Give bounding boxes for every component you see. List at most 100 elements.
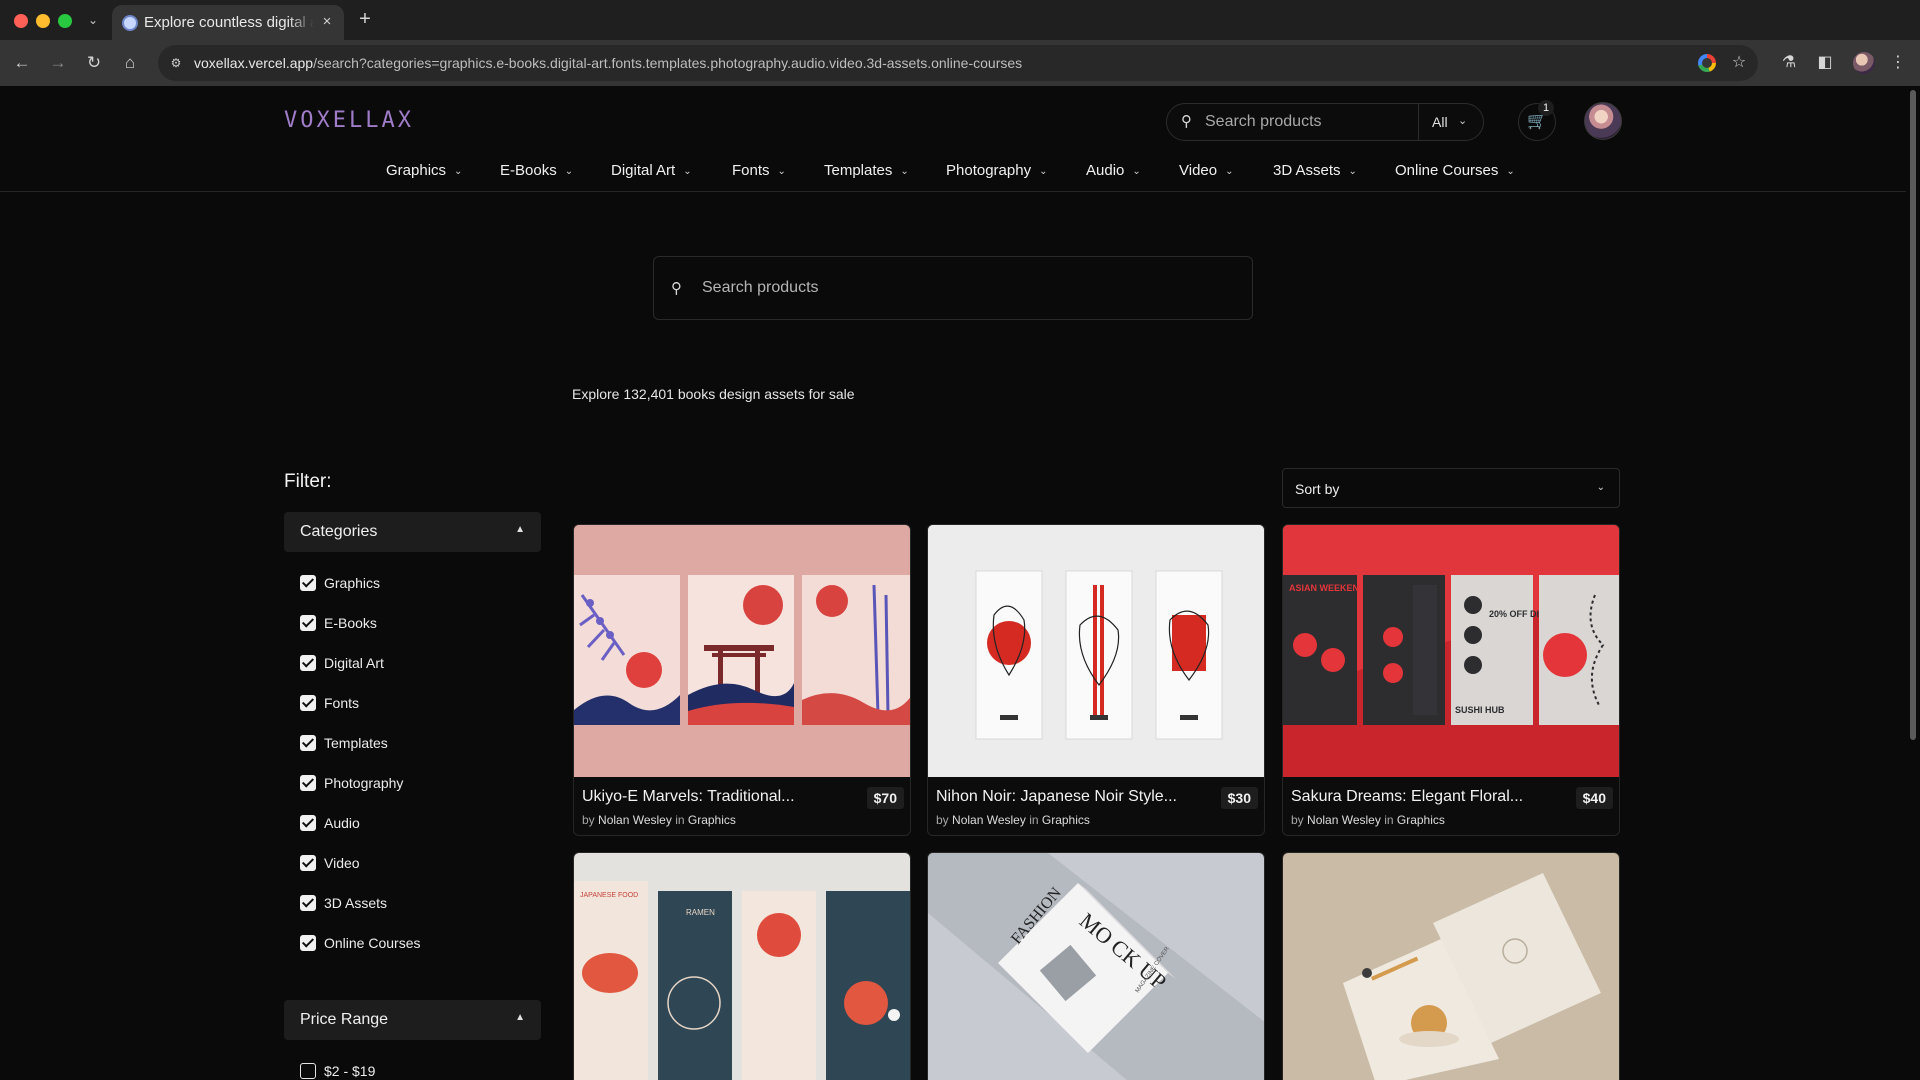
header-search: ⚲ All ⌄	[1166, 103, 1484, 141]
product-byline: by Nolan Wesley in Graphics	[936, 813, 1090, 827]
new-tab-plus-icon[interactable]: +	[354, 8, 376, 30]
site-logo[interactable]: VOXELLAX	[284, 108, 414, 133]
main-search-input[interactable]	[702, 275, 1222, 301]
labs-flask-icon[interactable]: ⚗	[1778, 52, 1800, 74]
search-icon: ⚲	[671, 280, 682, 297]
reload-icon[interactable]: ↻	[83, 52, 105, 74]
product-name[interactable]: Nihon Noir: Japanese Noir Style...	[936, 788, 1177, 806]
nihon-noir-posters-image	[928, 525, 1264, 777]
bookmark-star-icon[interactable]: ☆	[1728, 52, 1750, 74]
close-window-button[interactable]	[14, 14, 28, 28]
address-bar[interactable]: ⚙ voxellax.vercel.app/search?categories=…	[158, 45, 1758, 81]
category-link[interactable]: Graphics	[688, 813, 736, 827]
sort-select[interactable]: Sort by ⌄	[1282, 468, 1620, 508]
author-link[interactable]: Nolan Wesley	[952, 813, 1026, 827]
search-divider	[1418, 104, 1419, 140]
nav-item-audio[interactable]: Audio ⌄	[1086, 162, 1141, 179]
product-card[interactable]: Nihon Noir: Japanese Noir Style... $30 b…	[927, 524, 1265, 836]
chevron-down-icon: ⌄	[1348, 166, 1357, 177]
side-panel-icon[interactable]: ◧	[1814, 52, 1836, 74]
product-card[interactable]: FASHION MO CK UP MAGAZINE COVER	[927, 852, 1265, 1080]
poster-text-japanese-food: JAPANESE FOOD	[580, 892, 638, 899]
product-price-badge: $70	[866, 787, 904, 809]
book-cover-mockup-image	[1283, 853, 1619, 1080]
nav-item-e-books[interactable]: E-Books ⌄	[500, 162, 573, 179]
poster-text-asian-weekend: ASIAN WEEKEND	[1289, 583, 1366, 593]
nav-item-photography[interactable]: Photography ⌄	[946, 162, 1047, 179]
category-link[interactable]: Graphics	[1042, 813, 1090, 827]
browser-tab[interactable]: Explore countless digital assets ×	[112, 5, 344, 40]
product-thumbnail[interactable]: JAPANESE FOOD RAMEN	[574, 853, 910, 1080]
tab-list-chevron-icon[interactable]: ⌄	[82, 9, 104, 31]
header-search-input[interactable]	[1205, 110, 1375, 134]
price-range-accordion-header[interactable]: Price Range ▲	[284, 1000, 541, 1040]
checkbox[interactable]	[300, 815, 316, 831]
user-avatar[interactable]	[1584, 102, 1622, 140]
chevron-down-icon: ⌄	[1039, 166, 1048, 177]
category-nav: Graphics ⌄ E-Books ⌄ Digital Art ⌄ Fonts ⌄ T…	[0, 158, 1906, 192]
checkbox[interactable]	[300, 615, 316, 631]
categories-accordion-header[interactable]: Categories ▲	[284, 512, 541, 552]
search-scope-select[interactable]: All	[1432, 114, 1448, 130]
author-link[interactable]: Nolan Wesley	[598, 813, 672, 827]
product-thumbnail[interactable]	[1283, 853, 1619, 1080]
checkbox[interactable]	[300, 935, 316, 951]
sakura-dreams-posters-image: ASIAN WEEKEND SUSHI HUB 20% OFF DISCOUNT	[1283, 525, 1619, 777]
nav-item-fonts[interactable]: Fonts ⌄	[732, 162, 786, 179]
product-card[interactable]: JAPANESE FOOD RAMEN	[573, 852, 911, 1080]
product-thumbnail[interactable]	[928, 525, 1264, 777]
chevron-down-icon: ⌄	[454, 166, 463, 177]
results-summary: Explore 132,401 books design assets for …	[572, 386, 855, 402]
product-card[interactable]: Ukiyo-E Marvels: Traditional... $70 by N…	[573, 524, 911, 836]
chevron-up-icon: ▲	[515, 524, 525, 535]
product-card[interactable]: ASIAN WEEKEND SUSHI HUB 20% OFF DISCOUNT…	[1282, 524, 1620, 836]
product-meta: Ukiyo-E Marvels: Traditional... $70 by N…	[574, 777, 910, 835]
browser-menu-kebab-icon[interactable]: ⋮	[1887, 52, 1909, 74]
page-scrollbar[interactable]	[1906, 86, 1920, 1080]
checkbox[interactable]	[300, 1063, 316, 1079]
browser-profile-avatar[interactable]	[1853, 52, 1875, 74]
forward-arrow-icon[interactable]: →	[47, 52, 69, 74]
nav-item-graphics[interactable]: Graphics ⌄	[386, 162, 462, 179]
chevron-up-icon: ▲	[515, 1012, 525, 1023]
ukiyo-e-posters-image	[574, 525, 910, 777]
category-link[interactable]: Graphics	[1397, 813, 1445, 827]
chevron-down-icon: ⌄	[564, 166, 574, 177]
nav-item-3d-assets[interactable]: 3D Assets ⌄	[1273, 162, 1357, 179]
search-icon: ⚲	[1181, 113, 1192, 130]
product-card[interactable]	[1282, 852, 1620, 1080]
nav-item-online-courses[interactable]: Online Courses ⌄	[1395, 162, 1515, 179]
site-info-icon[interactable]: ⚙	[168, 55, 184, 71]
checkbox[interactable]	[300, 735, 316, 751]
checkbox[interactable]	[300, 575, 316, 591]
scrollbar-thumb[interactable]	[1910, 90, 1916, 740]
back-arrow-icon[interactable]: ←	[11, 52, 33, 74]
checkbox[interactable]	[300, 655, 316, 671]
product-name[interactable]: Sakura Dreams: Elegant Floral...	[1291, 788, 1523, 806]
filter-title: Filter:	[284, 471, 332, 492]
checkbox[interactable]	[300, 775, 316, 791]
chevron-down-icon: ⌄	[1506, 166, 1515, 177]
checkbox[interactable]	[300, 855, 316, 871]
chevron-down-icon: ⌄	[1225, 166, 1234, 177]
google-lens-icon[interactable]	[1698, 54, 1716, 72]
maximize-window-button[interactable]	[58, 14, 72, 28]
checkbox[interactable]	[300, 895, 316, 911]
product-thumbnail[interactable]: ASIAN WEEKEND SUSHI HUB 20% OFF DISCOUNT	[1283, 525, 1619, 777]
checkbox[interactable]	[300, 695, 316, 711]
nav-item-templates[interactable]: Templates ⌄	[824, 162, 909, 179]
chevron-down-icon[interactable]: ⌄	[1458, 114, 1467, 127]
address-url: voxellax.vercel.app/search?categories=gr…	[194, 55, 1023, 71]
product-name[interactable]: Ukiyo-E Marvels: Traditional...	[582, 788, 795, 806]
product-thumbnail[interactable]	[574, 525, 910, 777]
minimize-window-button[interactable]	[36, 14, 50, 28]
nav-item-digital-art[interactable]: Digital Art ⌄	[611, 162, 692, 179]
author-link[interactable]: Nolan Wesley	[1307, 813, 1381, 827]
chevron-down-icon: ⌄	[683, 166, 692, 177]
product-thumbnail[interactable]: FASHION MO CK UP MAGAZINE COVER	[928, 853, 1264, 1080]
nav-item-video[interactable]: Video ⌄	[1179, 162, 1233, 179]
close-tab-icon[interactable]: ×	[318, 13, 336, 31]
chevron-down-icon: ⌄	[777, 166, 786, 177]
home-icon[interactable]: ⌂	[119, 52, 141, 74]
chevron-down-icon: ⌄	[900, 166, 909, 177]
